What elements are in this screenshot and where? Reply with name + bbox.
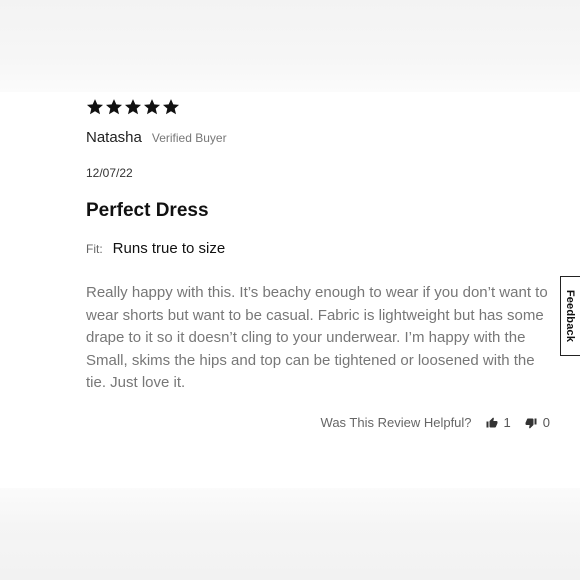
helpful-row: Was This Review Helpful? 1 0 [321,415,550,430]
fit-label: Fit: [86,242,103,256]
fit-row: Fit: Runs true to size [86,240,225,257]
review-body: Really happy with this. It’s beachy enou… [86,284,548,391]
feedback-tab[interactable]: Feedback [560,276,580,356]
star-icon [105,98,123,116]
verified-buyer-badge: Verified Buyer [151,131,227,145]
top-background-fade [0,0,580,92]
star-icon [86,98,104,116]
helpful-yes-count: 1 [503,415,511,430]
thumbs-down-icon [525,418,537,428]
review-title: Perfect Dress [86,200,209,221]
star-rating [86,98,556,122]
fit-value: Runs true to size [112,240,226,257]
feedback-tab-label: Feedback [564,289,577,343]
author-row: Natasha Verified Buyer [86,129,227,146]
helpful-no-button[interactable]: 0 [525,415,550,430]
star-icon [124,98,142,116]
review-card: Natasha Verified Buyer 12/07/22 Perfect … [86,98,556,430]
helpful-no-count: 0 [542,415,550,430]
helpful-yes-button[interactable]: 1 [486,415,511,430]
thumbs-up-icon [486,417,498,427]
author-name: Natasha [86,129,142,146]
star-icon [143,98,161,116]
bottom-background-fade [0,488,580,580]
star-icon [162,98,180,116]
review-date: 12/07/22 [86,166,133,180]
helpful-label: Was This Review Helpful? [320,415,472,430]
